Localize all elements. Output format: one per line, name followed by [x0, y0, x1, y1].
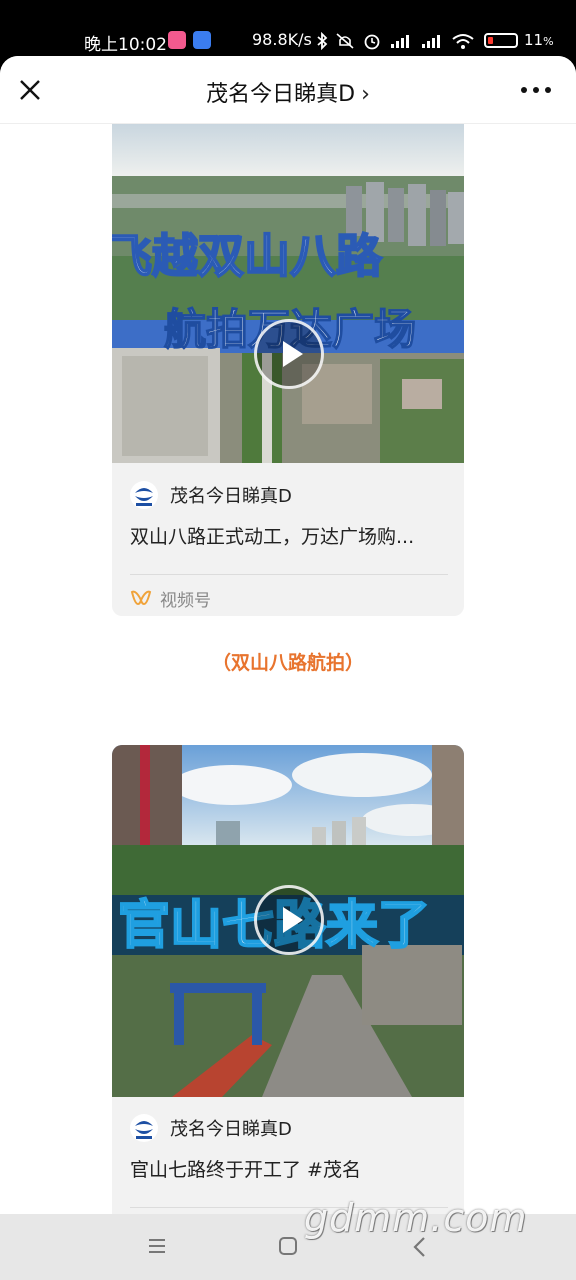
play-button[interactable]: [254, 885, 324, 955]
image-caption: （双山八路航拍）: [211, 652, 364, 674]
notification-app-icon-2: [193, 31, 211, 49]
author-row[interactable]: 茂名今日睇真D: [130, 1113, 292, 1143]
channel-logo-icon: [135, 1121, 153, 1139]
aerial-city-image: 飞越双山八路 航拍万达广场: [112, 124, 464, 463]
avatar: [130, 481, 158, 509]
alarm-icon: [364, 34, 380, 49]
recent-apps-button[interactable]: [148, 1238, 166, 1254]
author-name: 茂名今日睇真D: [170, 1119, 292, 1140]
bluetooth-icon: [317, 31, 328, 50]
chevron-right-icon: ›: [361, 82, 370, 107]
more-icon-dot: [521, 87, 527, 93]
signal-icon: [391, 34, 410, 48]
video-card[interactable]: 官山七路来了 茂名今日睇真D 官山七路终于开工了 #茂名: [112, 745, 464, 1225]
notification-app-icon: [168, 31, 186, 49]
overlay-title-line1: 飞越双山八路: [112, 229, 383, 283]
top-nav: 茂名今日睇真D ›: [0, 56, 576, 124]
video-description: 官山七路终于开工了 #茂名: [130, 1159, 361, 1181]
mute-icon: [336, 32, 354, 49]
more-icon-dot: [533, 87, 539, 93]
more-button[interactable]: [518, 78, 554, 102]
status-icons: [316, 30, 475, 50]
account-title-link[interactable]: 茂名今日睇真D ›: [0, 76, 576, 108]
home-button[interactable]: [279, 1237, 297, 1255]
play-icon: [283, 341, 303, 367]
video-description: 双山八路正式动工，万达广场购...: [130, 526, 415, 548]
article-sheet: 茂名今日睇真D › 飞越双山八路 航拍万达广场 茂名今日睇真D 双山八路正式动工…: [0, 56, 576, 1280]
channel-logo-icon: [135, 488, 153, 506]
status-time: 晚上10:02: [84, 35, 167, 55]
network-speed: 98.8K/s: [252, 30, 312, 49]
author-name: 茂名今日睇真D: [170, 486, 292, 507]
wifi-icon: [452, 33, 475, 49]
page-title: 茂名今日睇真D: [206, 82, 356, 107]
channel-source: 视频号: [130, 586, 211, 611]
video-card[interactable]: 飞越双山八路 航拍万达广场 茂名今日睇真D 双山八路正式动工，万达广场购... …: [112, 124, 464, 616]
more-icon-dot: [545, 87, 551, 93]
divider: [130, 574, 448, 575]
avatar: [130, 1114, 158, 1142]
play-button[interactable]: [254, 319, 324, 389]
author-row[interactable]: 茂名今日睇真D: [130, 480, 292, 510]
video-channel-icon: [130, 590, 152, 606]
video-thumbnail[interactable]: 官山七路来了: [112, 745, 464, 1097]
video-thumbnail[interactable]: 飞越双山八路 航拍万达广场: [112, 124, 464, 463]
battery-icon: [484, 33, 518, 48]
signal-icon-2: [422, 34, 441, 48]
channel-label: 视频号: [160, 590, 211, 611]
play-icon: [283, 907, 303, 933]
battery-level: 11%: [524, 31, 554, 49]
watermark: gdmm.com: [304, 1196, 528, 1240]
status-bar: 晚上10:02 98.8K/s 11%: [0, 0, 576, 60]
